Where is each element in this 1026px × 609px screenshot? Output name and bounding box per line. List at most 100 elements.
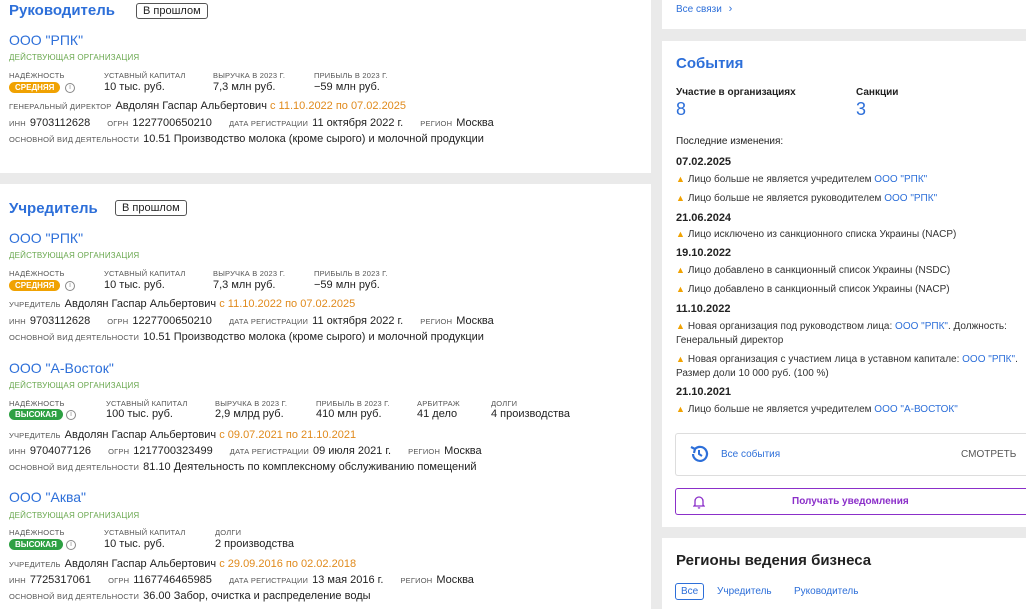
event-date: 07.02.2025 — [676, 156, 732, 168]
capital-label: УСТАВНЫЙ КАПИТАЛ — [104, 528, 186, 537]
info-icon[interactable]: i — [66, 410, 76, 420]
tab-all[interactable]: Все — [675, 583, 705, 600]
okved-line: ОСНОВНОЙ ВИД ДЕЯТЕЛЬНОСТИ 10.51 Производс… — [9, 331, 484, 343]
sanctions-label: Санкции — [856, 87, 899, 98]
warning-icon: ▲ — [676, 354, 685, 364]
region-value: Москва — [444, 445, 482, 457]
okved-value: 10.51 Производство молока (кроме сырого)… — [143, 331, 484, 343]
role-line: ГЕНЕРАЛЬНЫЙ ДИРЕКТОР Авдолян Гаспар Альбе… — [9, 100, 406, 112]
event-org-link[interactable]: ООО "РПК" — [884, 193, 937, 204]
capital-value: 10 тыс. руб. — [104, 279, 165, 291]
ogrn-value: 1217700323499 — [133, 445, 213, 457]
okved-value: 81.10 Деятельность по комплексному обслу… — [143, 461, 477, 473]
event-org-link[interactable]: ООО "РПК" — [962, 354, 1015, 365]
tab-manager[interactable]: Руководитель — [794, 586, 858, 597]
info-icon[interactable]: i — [66, 540, 76, 550]
okved-label: ОСНОВНОЙ ВИД ДЕЯТЕЛЬНОСТИ — [9, 333, 140, 342]
founder-card: Учредитель В прошлом ООО "РПК" ДЕЙСТВУЮЩ… — [0, 184, 651, 609]
event-item: ▲ Новая организация под руководством лица… — [676, 321, 1007, 346]
founder-org-link[interactable]: ООО "РПК" — [9, 230, 83, 246]
event-item: ▲ Лицо больше не является учредителем ООО… — [676, 404, 958, 415]
info-icon[interactable]: i — [65, 281, 75, 291]
regdate-value: 11 октября 2022 г. — [312, 315, 404, 327]
okved-label: ОСНОВНОЙ ВИД ДЕЯТЕЛЬНОСТИ — [9, 463, 140, 472]
event-item: ▲ Лицо больше не является учредителем ООО… — [676, 174, 928, 185]
profit-label: ПРИБЫЛЬ В 2023 Г. — [316, 399, 390, 408]
role-label: ГЕНЕРАЛЬНЫЙ ДИРЕКТОР — [9, 102, 112, 111]
ogrn-value: 1167746465985 — [133, 574, 212, 586]
person-name: Авдолян Гаспар Альбертович — [64, 558, 217, 570]
ogrn-value: 1227700650210 — [132, 117, 212, 129]
event-org-link[interactable]: ООО "А-ВОСТОК" — [874, 404, 957, 415]
event-org-link[interactable]: ООО "РПК" — [895, 321, 948, 332]
region-value: Москва — [456, 117, 494, 129]
warning-icon: ▲ — [676, 321, 685, 331]
inn-label: ИНН — [9, 317, 26, 326]
person-name: Авдолян Гаспар Альбертович — [64, 429, 217, 441]
view-button[interactable]: СМОТРЕТЬ — [961, 449, 1016, 460]
tab-founder[interactable]: Учредитель — [717, 586, 772, 597]
debts-value[interactable]: 4 производства — [491, 408, 570, 420]
all-links-label: Все связи — [676, 4, 722, 15]
inn-value: 7725317061 — [29, 574, 92, 586]
event-item: ▲ Лицо исключено из санкционного списка У… — [676, 229, 957, 240]
region-label: РЕГИОН — [420, 317, 453, 326]
reliability-label: НАДЁЖНОСТЬ — [9, 528, 65, 537]
regdate-label: ДАТА РЕГИСТРАЦИИ — [228, 119, 309, 128]
all-events-row[interactable]: Все события СМОТРЕТЬ — [675, 433, 1026, 476]
reliability-badge: СРЕДНЯЯ — [9, 280, 61, 291]
warning-icon: ▲ — [676, 265, 685, 275]
event-item: ▲ Лицо больше не является руководителем О… — [676, 193, 938, 204]
revenue-value: 7,3 млн руб. — [213, 81, 276, 93]
debts-label: ДОЛГИ — [491, 399, 518, 408]
warning-icon: ▲ — [676, 229, 685, 239]
org-status: ДЕЙСТВУЮЩАЯ ОРГАНИЗАЦИЯ — [9, 381, 140, 390]
events-card: События Участие в организациях 8 Санкции… — [662, 41, 1026, 527]
sanctions-count[interactable]: 3 — [856, 99, 866, 120]
arbitration-label: АРБИТРАЖ — [417, 399, 460, 408]
role-line: УЧРЕДИТЕЛЬ Авдолян Гаспар Альбертович с 0… — [9, 429, 356, 441]
profit-value: 410 млн руб. — [316, 408, 382, 420]
org-status: ДЕЙСТВУЮЩАЯ ОРГАНИЗАЦИЯ — [9, 251, 140, 260]
reliability-label: НАДЁЖНОСТЬ — [9, 71, 65, 80]
inn-label: ИНН — [9, 447, 26, 456]
founder-past-badge: В прошлом — [115, 200, 187, 216]
debts-value[interactable]: 2 производства — [215, 538, 294, 550]
profit-label: ПРИБЫЛЬ В 2023 Г. — [314, 269, 388, 278]
capital-label: УСТАВНЫЙ КАПИТАЛ — [104, 71, 186, 80]
warning-icon: ▲ — [676, 284, 685, 294]
all-events-label: Все события — [721, 449, 781, 460]
ids-line: ИНН 9703112628 ОГРН 1227700650210 ДАТА РЕГ… — [9, 315, 494, 327]
manager-org-link[interactable]: ООО "РПК" — [9, 32, 83, 48]
manager-section-title: Руководитель — [9, 2, 115, 19]
regdate-value: 11 октября 2022 г. — [312, 117, 404, 129]
notify-label: Получать уведомления — [792, 496, 909, 507]
role-line: УЧРЕДИТЕЛЬ Авдолян Гаспар Альбертович с 1… — [9, 298, 355, 310]
ids-line: ИНН 9703112628 ОГРН 1227700650210 ДАТА РЕГ… — [9, 117, 494, 129]
founder-org-link[interactable]: ООО "А-Восток" — [9, 360, 114, 376]
revenue-label: ВЫРУЧКА В 2023 Г. — [215, 399, 288, 408]
debts-label: ДОЛГИ — [215, 528, 242, 537]
event-org-link[interactable]: ООО "РПК" — [874, 174, 927, 185]
ogrn-label: ОГРН — [108, 576, 130, 585]
founder-org-link[interactable]: ООО "Аква" — [9, 489, 86, 505]
event-date: 19.10.2022 — [676, 247, 732, 259]
notify-button[interactable]: Получать уведомления — [675, 488, 1026, 515]
org-status: ДЕЙСТВУЮЩАЯ ОРГАНИЗАЦИЯ — [9, 511, 140, 520]
region-label: РЕГИОН — [408, 447, 441, 456]
okved-line: ОСНОВНОЙ ВИД ДЕЯТЕЛЬНОСТИ 81.10 Деятельно… — [9, 461, 477, 473]
arbitration-value[interactable]: 41 дело — [417, 408, 457, 420]
manager-past-badge: В прошлом — [136, 3, 208, 19]
warning-icon: ▲ — [676, 193, 685, 203]
all-links-link[interactable]: Все связи › — [676, 3, 732, 15]
ogrn-label: ОГРН — [107, 317, 129, 326]
role-line: УЧРЕДИТЕЛЬ Авдолян Гаспар Альбертович с 2… — [9, 558, 356, 570]
revenue-value: 7,3 млн руб. — [213, 279, 276, 291]
revenue-label: ВЫРУЧКА В 2023 Г. — [213, 269, 286, 278]
ids-line: ИНН 9704077126 ОГРН 1217700323499 ДАТА РЕГ… — [9, 445, 482, 457]
regdate-value: 09 июля 2021 г. — [312, 445, 392, 457]
orgs-participation-count[interactable]: 8 — [676, 99, 686, 120]
regions-card: Регионы ведения бизнеса Все Учредитель Р… — [662, 538, 1026, 609]
founder-section-title: Учредитель — [9, 200, 98, 217]
info-icon[interactable]: i — [65, 83, 75, 93]
